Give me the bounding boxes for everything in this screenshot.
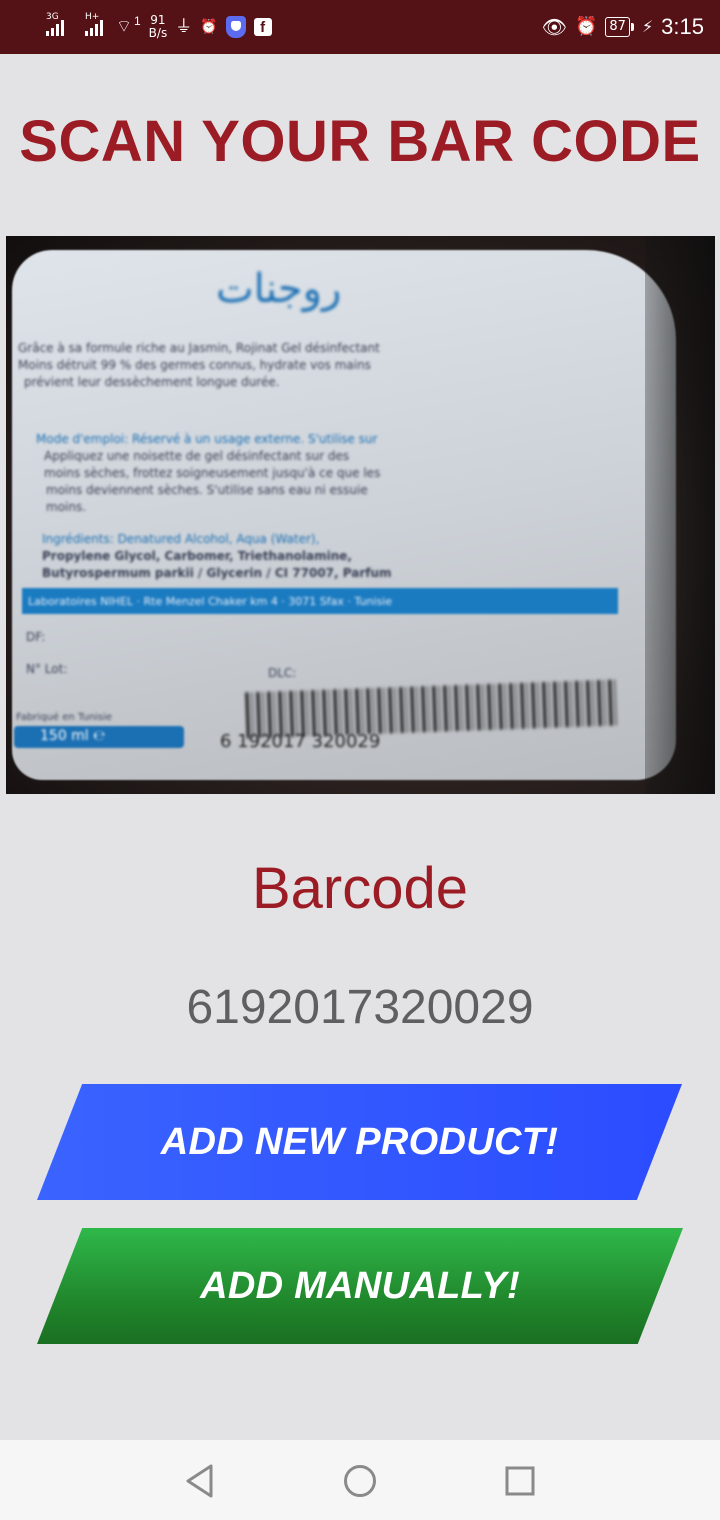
label-text-line: moins sèches, frottez soigneusement jusq… — [44, 466, 381, 480]
label-text-line: Butyrospermum parkii / Glycerin / CI 770… — [42, 566, 392, 580]
recents-square-icon[interactable] — [503, 1464, 537, 1498]
label-text-line: Propylene Glycol, Carbomer, Triethanolam… — [42, 549, 352, 563]
label-text-line: Ingrédients: Denatured Alcohol, Aqua (Wa… — [42, 532, 320, 546]
hotspot-count: 1 — [133, 14, 141, 28]
usb-icon: ⏚ — [175, 17, 193, 37]
sim1-network-type: 3G — [46, 12, 59, 22]
sim2-signal-icon: H+ — [85, 12, 108, 36]
add-new-product-button[interactable]: ADD NEW PRODUCT! — [37, 1084, 682, 1200]
barcode-value: 6192017320029 — [186, 981, 534, 1034]
shield-app-icon — [225, 16, 246, 38]
product-arabic-name: روجنات — [216, 266, 342, 312]
alarm-icon: ⏰ — [200, 19, 218, 35]
eye-comfort-icon: 👁 — [541, 15, 567, 39]
label-text-line: moins deviennent sèches. S'utilise sans … — [46, 483, 368, 497]
status-bar-left: 3G H+ ⌔ 1 91 B/s ⏚ ⏰ f — [46, 10, 272, 44]
label-text-line: Mode d'emploi: Réservé à un usage extern… — [36, 432, 378, 446]
barcode-digits: 6 192017 320029 — [220, 731, 381, 752]
dlc-label: DLC: — [268, 666, 297, 680]
manufacturer-text: Laboratoires NIHEL · Rte Menzel Chaker k… — [28, 595, 392, 608]
charging-bolt-icon: ⚡ — [641, 19, 654, 36]
sim1-signal-icon: 3G — [46, 12, 69, 36]
barcode-label: Barcode — [251, 856, 469, 921]
add-manually-label: ADD MANUALLY! — [200, 1264, 520, 1307]
label-text-line: Moins détruit 99 % des germes connus, hy… — [18, 358, 371, 372]
home-circle-icon[interactable] — [343, 1464, 377, 1498]
page-title: SCAN YOUR BAR CODE — [19, 109, 701, 174]
status-time: 3:15 — [661, 14, 704, 39]
sim2-network-type: H+ — [85, 12, 100, 22]
navigation-bar — [0, 1440, 720, 1520]
volume-text: 150 ml ℮ — [40, 728, 106, 744]
alarm-clock-icon: ⏰ — [574, 16, 598, 37]
status-bar-right: 👁 ⏰ 87 ⚡ 3:15 — [542, 10, 704, 44]
back-triangle-icon[interactable] — [183, 1464, 217, 1498]
label-text-line: Grâce à sa formule riche au Jasmin, Roji… — [18, 341, 380, 355]
network-speed-unit: B/s — [148, 26, 168, 40]
hotspot-icon: ⌔ — [116, 17, 132, 37]
network-speed: 91 B/s — [149, 14, 168, 40]
facebook-icon: f — [253, 18, 272, 36]
add-new-product-label: ADD NEW PRODUCT! — [160, 1120, 559, 1163]
battery-icon: 87 — [605, 17, 634, 37]
label-text-line: moins. — [46, 500, 87, 514]
label-text-line: Appliquez une noisette de gel désinfecta… — [44, 449, 350, 463]
df-label: DF: — [26, 630, 46, 644]
label-text-line: prévient leur dessèchement longue durée. — [24, 375, 280, 389]
lot-label: N° Lot: — [26, 662, 68, 676]
made-in-label: Fabriqué en Tunisie — [16, 712, 113, 723]
bottle-edge — [645, 236, 715, 794]
status-bar: 3G H+ ⌔ 1 91 B/s ⏚ ⏰ f 👁 ⏰ 87 ⚡ 3:15 — [0, 0, 720, 54]
add-manually-button[interactable]: ADD MANUALLY! — [37, 1228, 683, 1344]
scanned-barcode-image: روجنات Grâce à sa formule riche au Jasmi… — [6, 236, 715, 794]
